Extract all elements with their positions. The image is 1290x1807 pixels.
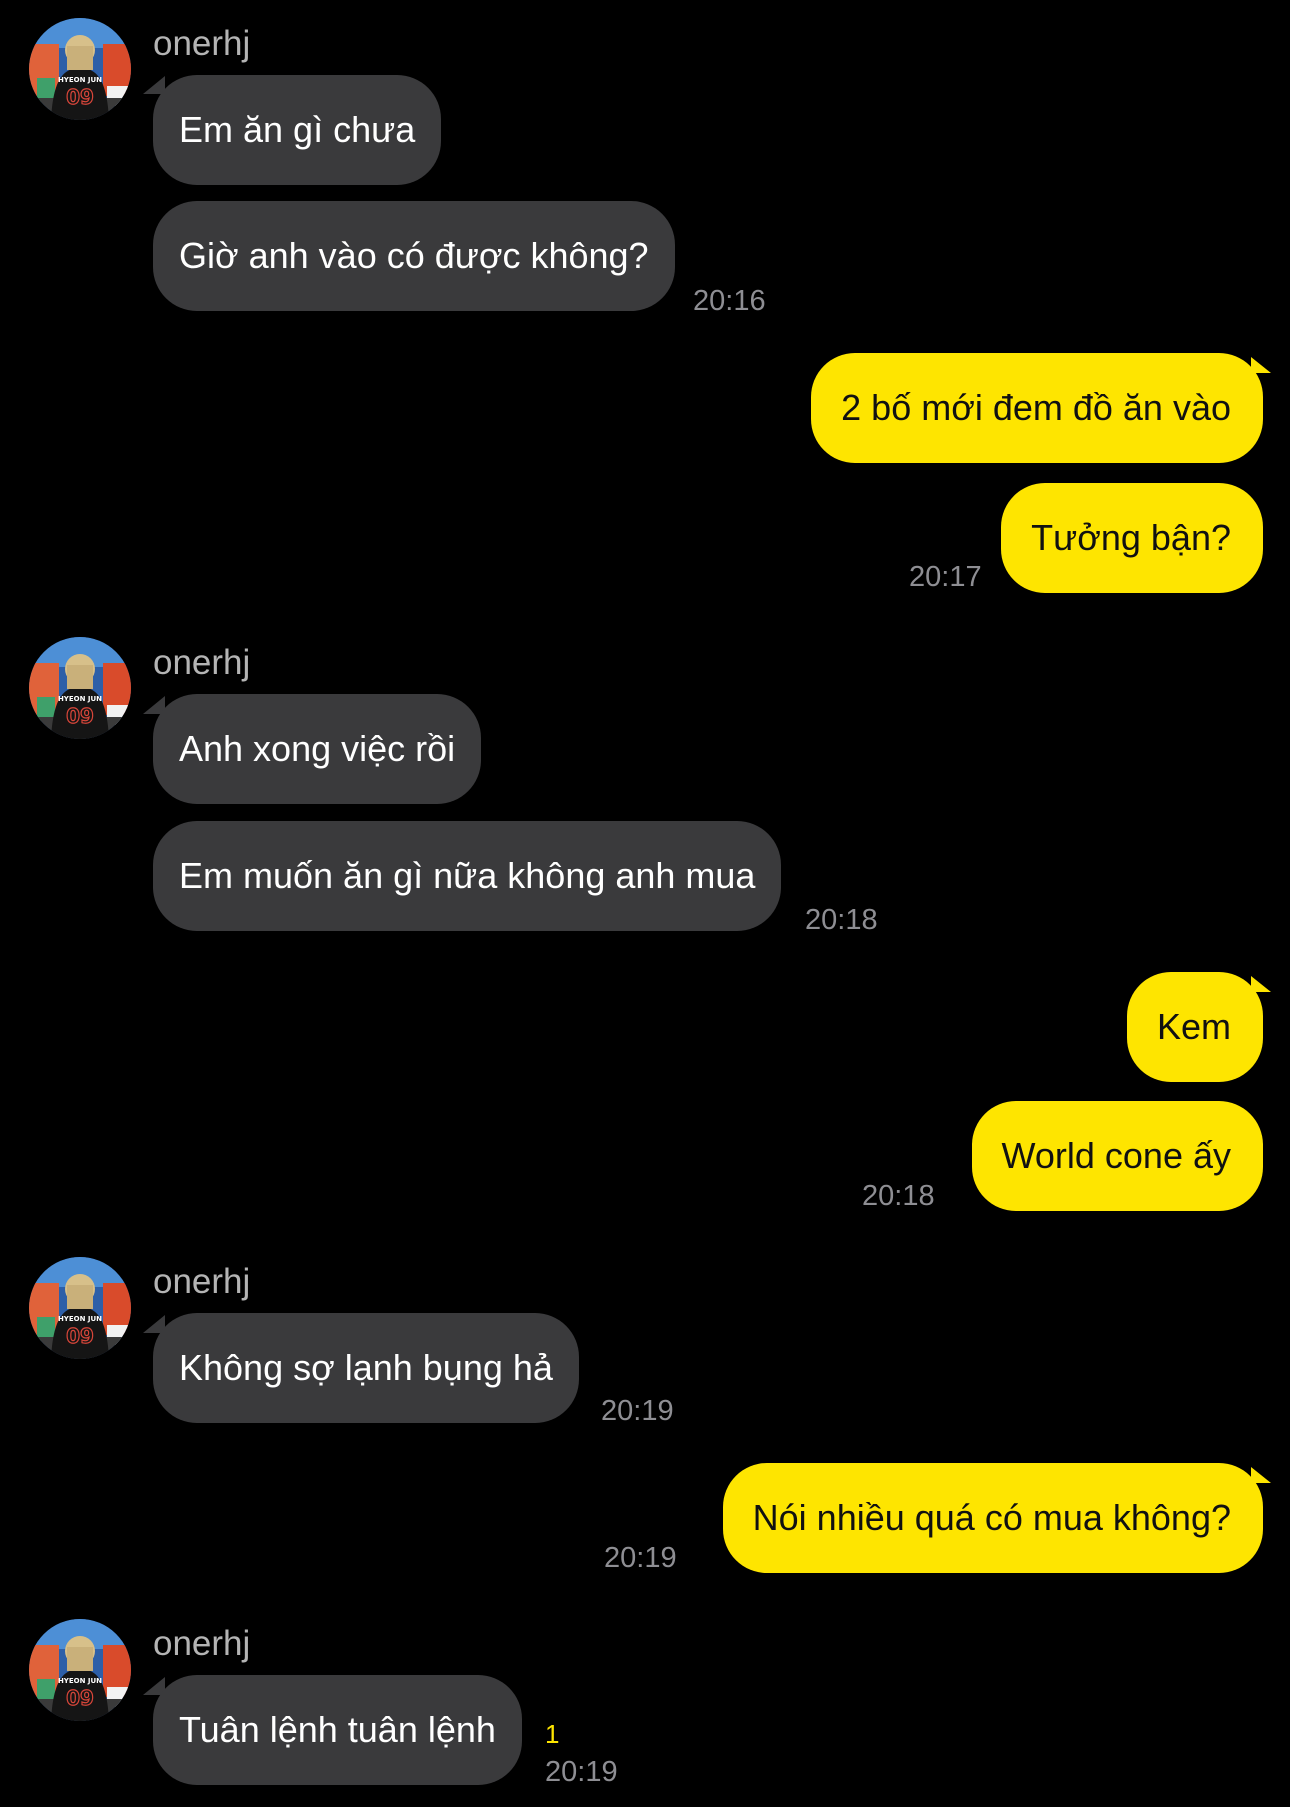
message-timestamp: 20:19: [601, 1395, 674, 1427]
sender-name: onerhj: [153, 1262, 251, 1301]
outgoing-message[interactable]: Tưởng bận?: [1001, 483, 1263, 593]
incoming-message[interactable]: Không sợ lạnh bụng hả: [153, 1313, 579, 1423]
message-timestamp: 20:16: [693, 285, 766, 317]
message-timestamp: 20:19: [604, 1542, 677, 1574]
outgoing-message[interactable]: 2 bố mới đem đồ ăn vào: [811, 353, 1263, 463]
unread-count: 1: [545, 1719, 560, 1749]
outgoing-message[interactable]: Nói nhiều quá có mua không?: [722, 1463, 1263, 1573]
incoming-message[interactable]: Anh xong việc rồi: [153, 694, 482, 804]
avatar-icon[interactable]: [29, 637, 131, 739]
avatar-icon[interactable]: [29, 1619, 131, 1721]
sender-name: onerhj: [153, 643, 251, 682]
message-timestamp: 20:19: [545, 1756, 618, 1788]
avatar-icon[interactable]: [29, 1257, 131, 1359]
avatar-icon[interactable]: [29, 18, 131, 120]
incoming-message[interactable]: Em ăn gì chưa: [153, 75, 442, 185]
message-timestamp: 20:18: [805, 904, 878, 936]
outgoing-message[interactable]: World cone ấy: [971, 1101, 1263, 1211]
incoming-message[interactable]: Em muốn ăn gì nữa không anh mua: [153, 821, 782, 931]
message-timestamp: 20:18: [862, 1180, 935, 1212]
sender-name: onerhj: [153, 24, 251, 63]
outgoing-message[interactable]: Kem: [1126, 972, 1263, 1082]
incoming-message[interactable]: Giờ anh vào có được không?: [153, 201, 675, 311]
chat-view: onerhj Em ăn gì chưa Giờ anh vào có được…: [0, 0, 1290, 1807]
message-timestamp: 20:17: [909, 561, 982, 593]
sender-name: onerhj: [153, 1624, 251, 1663]
incoming-message[interactable]: Tuân lệnh tuân lệnh: [153, 1675, 522, 1785]
